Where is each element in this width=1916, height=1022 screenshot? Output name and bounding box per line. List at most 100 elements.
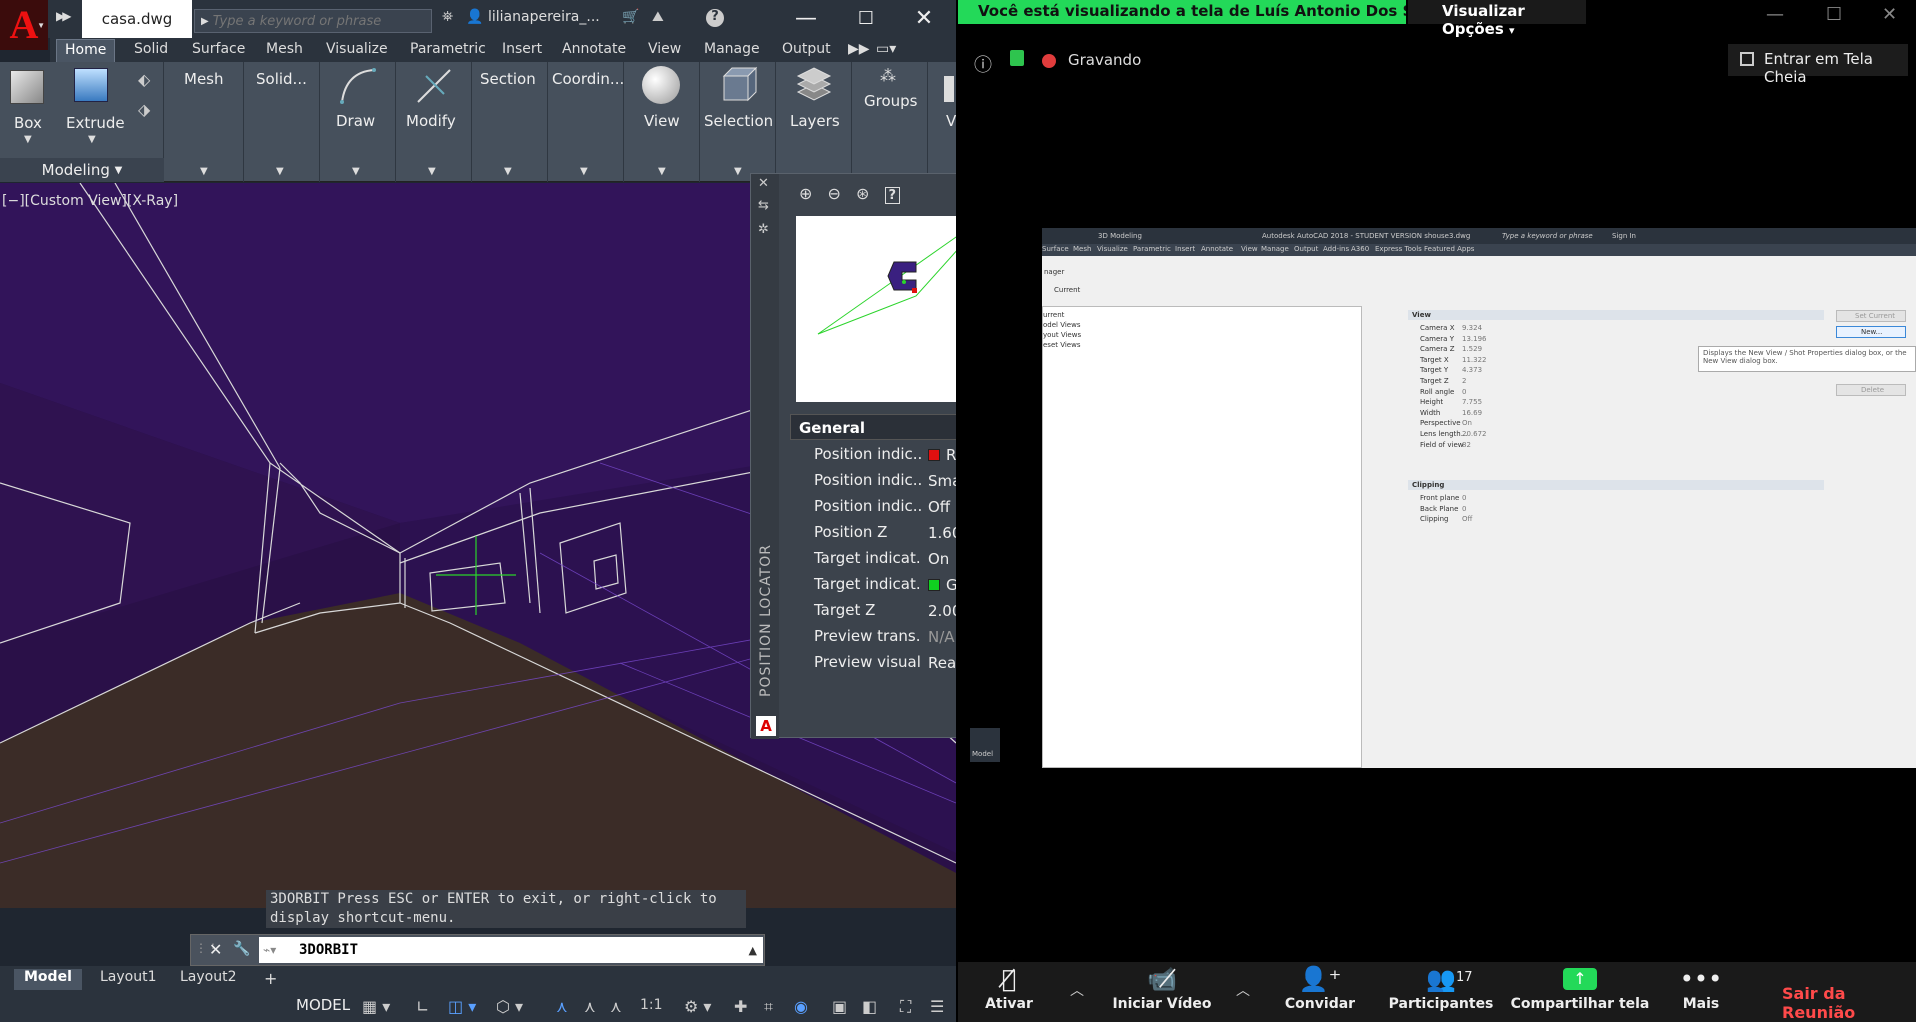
tab-surface[interactable]: Surface <box>184 39 253 62</box>
general-section-header[interactable]: General − <box>790 414 956 440</box>
property-value[interactable]: 1.6000 <box>922 520 956 546</box>
layers-group[interactable]: Layers <box>776 62 852 182</box>
fullscreen-icon[interactable]: ⛶ <box>900 997 911 1017</box>
tab-output[interactable]: Output <box>774 39 839 62</box>
extrude-button[interactable]: Extrude <box>66 114 125 132</box>
property-value[interactable]: Green <box>922 572 956 598</box>
search-expand-icon[interactable]: ▶ <box>195 16 213 27</box>
box-button[interactable]: Box <box>14 114 42 132</box>
property-row[interactable]: Target indicat...Green <box>808 572 956 598</box>
tab-model[interactable]: Model <box>14 969 82 990</box>
help-icon[interactable]: ? <box>706 9 724 27</box>
leave-meeting-button[interactable]: Sair da Reunião <box>1782 984 1916 1022</box>
participants-button[interactable]: 👥 17 Participantes <box>1386 962 1496 1022</box>
zoom-in-icon[interactable]: ⊕ <box>799 184 812 203</box>
snap-icon[interactable]: ◫ ▾ <box>448 997 476 1016</box>
tab-visualize[interactable]: Visualize <box>318 39 396 62</box>
property-row[interactable]: Target Z 2.0000 <box>808 598 956 624</box>
tab-annotate[interactable]: Annotate <box>554 39 634 62</box>
info-icon[interactable]: ⓘ <box>974 51 992 77</box>
view-group[interactable]: View ▼ <box>624 62 700 182</box>
close-palette-icon[interactable]: ✕ <box>758 176 769 191</box>
recent-commands-icon[interactable]: ⌁▾ <box>263 943 276 957</box>
command-input[interactable]: ⌁▾ 3DORBIT ▲ <box>259 937 763 963</box>
modify-group[interactable]: Modify ▼ <box>396 62 472 182</box>
user-name[interactable]: lilianapereira_... <box>488 9 618 25</box>
add-layout-icon[interactable]: + <box>254 969 287 990</box>
property-value[interactable]: Small <box>922 468 956 494</box>
clean-screen-icon[interactable]: ◧ <box>862 997 877 1016</box>
hardware-accel-icon[interactable]: ▣ <box>832 997 847 1016</box>
properties-icon[interactable]: ✲ <box>758 222 769 237</box>
box-icon[interactable] <box>10 70 44 104</box>
shared-screen-content[interactable]: 3D Modeling Autodesk AutoCAD 2018 - STUD… <box>958 228 1916 768</box>
property-value[interactable]: Red <box>922 442 956 468</box>
viewport-controls-label[interactable]: [−][Custom View][X-Ray] <box>2 193 178 209</box>
annotation-visibility-icon[interactable]: ⋏ <box>556 997 568 1016</box>
tab-home[interactable]: Home <box>56 39 116 62</box>
view-options-button[interactable]: Visualizar Opções ▾ <box>1408 0 1586 38</box>
modeling-panel-label[interactable]: Modeling ▼ <box>0 158 164 182</box>
customization-menu-icon[interactable]: ☰ <box>930 997 944 1016</box>
tab-parametric[interactable]: Parametric <box>402 39 494 62</box>
tab-mesh[interactable]: Mesh <box>258 39 311 62</box>
property-row[interactable]: Position indic... Off <box>808 494 956 520</box>
close-button[interactable]: ✕ <box>904 3 944 33</box>
solid-history-icon[interactable]: ⬗ <box>138 100 150 119</box>
annotation-scale-value[interactable]: 1:1 <box>640 997 663 1013</box>
draw-group[interactable]: Draw ▼ <box>320 62 396 182</box>
share-screen-button[interactable]: ↑ Compartilhar tela <box>1510 962 1650 1022</box>
mesh-group[interactable]: Mesh ▼ <box>164 62 244 182</box>
tab-layout2[interactable]: Layout2 <box>170 969 247 990</box>
help-icon[interactable]: ? <box>884 187 901 204</box>
search-box[interactable]: ▶ <box>194 9 432 33</box>
zoom-extents-icon[interactable]: ⊛ <box>856 184 869 203</box>
property-value[interactable]: N/A <box>922 624 956 650</box>
workspace-gear-icon[interactable]: ⚙ ▾ <box>684 997 711 1016</box>
more-button[interactable]: ••• Mais <box>1666 962 1736 1022</box>
command-history-toggle-icon[interactable]: ▲ <box>749 944 757 957</box>
close-command-line-icon[interactable]: ✕ <box>209 940 222 959</box>
smooth-object-icon[interactable]: ⬖ <box>138 70 150 89</box>
unmute-button[interactable]: 🎙̸ Ativar <box>974 962 1044 1022</box>
minimize-button[interactable]: — <box>786 3 826 33</box>
model-space-button[interactable]: MODEL <box>296 996 350 1014</box>
search-input[interactable] <box>212 13 413 29</box>
invite-button[interactable]: 👤⁺ Convidar <box>1280 962 1360 1022</box>
view-group-truncated[interactable]: V <box>928 62 956 182</box>
maximize-button[interactable]: ☐ <box>1826 4 1842 25</box>
groups-group[interactable]: ⁂ Groups <box>852 62 928 182</box>
locator-preview[interactable] <box>796 216 956 402</box>
coordinates-group[interactable]: Coordin... ▼ <box>548 62 624 182</box>
property-row[interactable]: Position Z 1.6000 <box>808 520 956 546</box>
enter-fullscreen-button[interactable]: Entrar em Tela Cheia <box>1728 44 1908 86</box>
property-row[interactable]: Target indicat... On <box>808 546 956 572</box>
auto-hide-icon[interactable]: ⇆ <box>758 198 769 213</box>
section-group[interactable]: Section ▼ <box>472 62 548 182</box>
binoculars-icon[interactable]: ⛯ <box>442 9 453 25</box>
tab-insert[interactable]: Insert <box>494 39 550 62</box>
tab-view[interactable]: View <box>640 39 689 62</box>
auto-scale-icon[interactable]: ⋏ <box>584 997 596 1016</box>
zoom-out-icon[interactable]: ⊖ <box>828 184 841 203</box>
start-video-button[interactable]: 📹̸ Iniciar Vídeo <box>1102 962 1222 1022</box>
property-value[interactable]: Realistic <box>922 650 956 676</box>
quick-access-more-icon[interactable]: ▶▶ <box>56 9 72 23</box>
palette-side-bar[interactable]: ✕ ⇆ ✲ POSITION LOCATOR A <box>751 174 779 739</box>
tab-layout1[interactable]: Layout1 <box>90 969 167 990</box>
extrude-icon[interactable] <box>74 68 108 102</box>
plus-icon[interactable]: ✚ <box>734 997 747 1016</box>
property-row[interactable]: Position indic...Red <box>808 442 956 468</box>
property-row[interactable]: Preview visual...Realistic <box>808 650 956 676</box>
tab-solid[interactable]: Solid <box>126 39 176 62</box>
ribbon-options-icon[interactable]: ▭▾ <box>868 39 904 62</box>
annotation-scale-icon[interactable]: ⋏ <box>610 997 622 1016</box>
property-value[interactable]: On <box>922 546 956 572</box>
video-options-caret-icon[interactable]: ︿ <box>1236 980 1250 1000</box>
units-icon[interactable]: ⌗ <box>764 997 773 1017</box>
3d-osnap-icon[interactable]: ⬡ ▾ <box>496 997 523 1016</box>
minimize-button[interactable]: — <box>1766 4 1784 25</box>
audio-options-caret-icon[interactable]: ︿ <box>1070 980 1084 1000</box>
property-value[interactable]: 2.0000 <box>922 598 956 624</box>
cart-icon[interactable]: 🛒 <box>622 9 639 25</box>
